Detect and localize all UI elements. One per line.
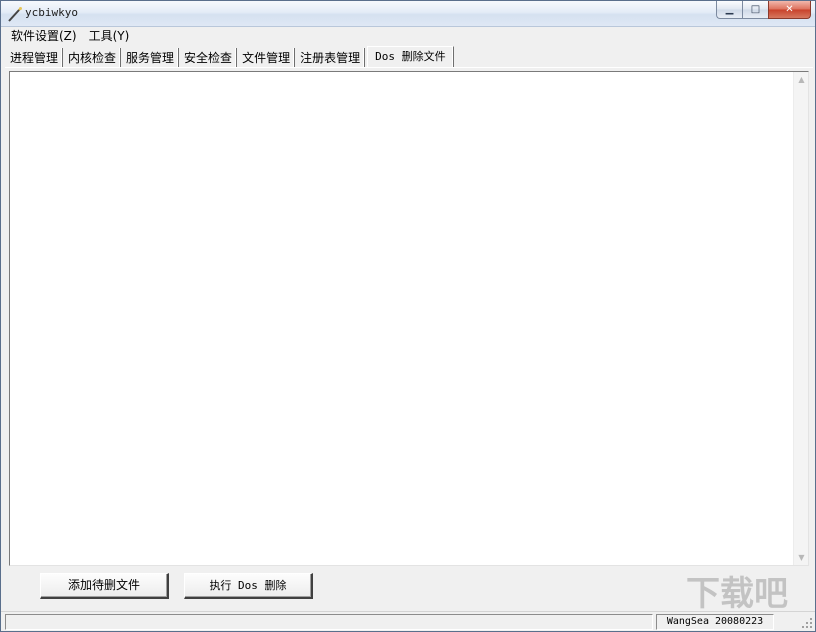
close-icon: ✕	[785, 3, 794, 15]
scroll-up-icon[interactable]: ▲	[794, 72, 809, 87]
menu-tools[interactable]: 工具(Y)	[83, 27, 136, 46]
close-button[interactable]: ✕	[768, 1, 811, 19]
status-pane-author: WangSea 20080223	[656, 614, 774, 630]
wand-icon	[8, 7, 22, 22]
maximize-icon: □	[750, 3, 761, 15]
status-bar: WangSea 20080223	[1, 611, 815, 631]
tab-kernel-check[interactable]: 内核检查	[63, 48, 122, 68]
vertical-scrollbar[interactable]: ▲ ▼	[793, 72, 808, 565]
pending-files-list[interactable]: ▲ ▼	[9, 71, 809, 566]
watermark-text: 下载吧	[686, 574, 788, 613]
tab-security-check[interactable]: 安全检查	[179, 48, 238, 68]
window-title: ycbiwkyo	[25, 6, 78, 19]
tab-file-management[interactable]: 文件管理	[237, 48, 296, 68]
scroll-down-icon[interactable]: ▼	[794, 550, 809, 565]
tab-page-dos-delete: ▲ ▼	[5, 67, 813, 567]
tab-registry-management[interactable]: 注册表管理	[295, 48, 366, 68]
menu-bar: 软件设置(Z) 工具(Y)	[1, 27, 815, 46]
maximize-button[interactable]: □	[742, 1, 768, 19]
tab-dos-delete-files[interactable]: Dos 删除文件	[367, 46, 454, 68]
add-pending-file-button[interactable]: 添加待删文件	[40, 573, 169, 599]
title-bar[interactable]: ycbiwkyo ▁ □ ✕	[1, 1, 815, 27]
minimize-icon: ▁	[725, 3, 734, 15]
tab-strip: 进程管理 内核检查 服务管理 安全检查 文件管理 注册表管理 Dos 删除文件	[6, 46, 454, 68]
menu-software-settings[interactable]: 软件设置(Z)	[5, 27, 83, 46]
resize-grip-icon[interactable]	[801, 617, 813, 629]
watermark-logo: 下载吧	[686, 574, 788, 613]
execute-dos-delete-button[interactable]: 执行 Dos 删除	[184, 573, 313, 599]
tab-service-management[interactable]: 服务管理	[121, 48, 180, 68]
status-pane-left	[5, 614, 653, 630]
minimize-button[interactable]: ▁	[716, 1, 742, 19]
tab-process-management[interactable]: 进程管理	[6, 48, 64, 68]
app-window: ycbiwkyo ▁ □ ✕ 软件设置(Z) 工具(Y) 进程管理 内核检查 服…	[0, 0, 816, 632]
caption-buttons: ▁ □ ✕	[716, 1, 811, 19]
